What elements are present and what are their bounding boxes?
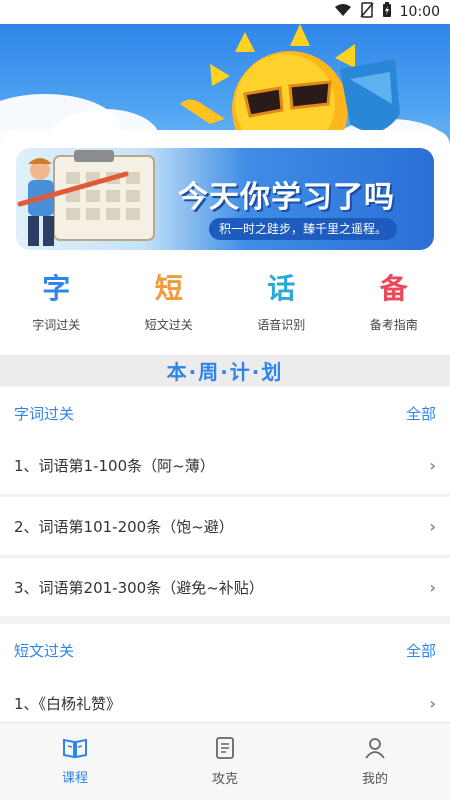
- nav-label: 课程: [61, 771, 88, 786]
- category-label: 备考指南: [369, 318, 418, 332]
- category-label: 短文过关: [144, 318, 193, 332]
- nav-tab-conquer[interactable]: 攻克: [150, 723, 300, 800]
- word-practice-icon: 字: [42, 272, 71, 305]
- bottom-nav: 课程 攻克 我的: [0, 722, 450, 800]
- week-plan-header: 本·周·计·划: [0, 355, 450, 385]
- section-title: 字词过关: [14, 404, 75, 423]
- banner-subtitle: 积一时之跬步，臻千里之遥程。: [209, 218, 398, 240]
- battery-icon: [382, 2, 392, 22]
- exam-guide-icon: 备: [379, 272, 408, 305]
- nav-tab-courses[interactable]: 课程: [0, 723, 150, 800]
- section-header-word-practice: 字词过关 全部: [0, 387, 450, 439]
- no-sim-icon: [360, 2, 374, 22]
- category-label: 语音识别: [257, 318, 306, 332]
- category-passage-practice[interactable]: 短 短文过关: [113, 268, 226, 348]
- list-item-label: 1、《白杨礼赞》: [14, 694, 122, 713]
- section-title: 短文过关: [14, 641, 75, 660]
- list-item[interactable]: 3、词语第201-300条（避免~补贴） ›: [0, 558, 450, 616]
- book-icon: [62, 737, 88, 763]
- category-exam-guide[interactable]: 备 备考指南: [338, 268, 450, 348]
- list-item-label: 1、词语第1-100条（阿~薄）: [14, 456, 215, 475]
- category-label: 字词过关: [32, 318, 81, 332]
- list-item-label: 3、词语第201-300条（避免~补贴）: [14, 578, 264, 597]
- section-header-passage-practice: 短文过关 全部: [0, 624, 450, 676]
- nav-label: 我的: [361, 772, 388, 787]
- student-illustration-icon: [17, 150, 155, 246]
- category-grid: 字 字词过关 短 短文过关 话 语音识别 备 备考指南: [0, 268, 450, 348]
- scroll-icon: [214, 736, 236, 764]
- status-bar: 10:00: [0, 0, 450, 24]
- promo-banner[interactable]: 今天你学习了吗 积一时之跬步，臻千里之遥程。: [16, 148, 434, 250]
- chevron-right-icon: ›: [429, 577, 436, 597]
- view-all-link[interactable]: 全部: [406, 403, 436, 424]
- wifi-icon: [334, 3, 352, 21]
- list-item[interactable]: 1、词语第1-100条（阿~薄） ›: [0, 436, 450, 494]
- category-word-practice[interactable]: 字 字词过关: [0, 268, 113, 348]
- list-item-label: 2、词语第101-200条（饱~避）: [14, 517, 234, 536]
- nav-label: 攻克: [211, 772, 238, 787]
- list-item[interactable]: 2、词语第101-200条（饱~避） ›: [0, 497, 450, 555]
- user-icon: [364, 736, 386, 764]
- status-time: 10:00: [399, 4, 440, 20]
- speech-recognition-icon: 话: [267, 272, 296, 305]
- banner-title: 今天你学习了吗: [178, 180, 395, 215]
- week-plan-title: 本·周·计·划: [166, 359, 284, 384]
- nav-tab-profile[interactable]: 我的: [300, 723, 450, 800]
- passage-practice-icon: 短: [154, 272, 183, 305]
- category-speech-recognition[interactable]: 话 语音识别: [225, 268, 338, 348]
- chevron-right-icon: ›: [429, 693, 436, 713]
- chevron-right-icon: ›: [429, 455, 436, 475]
- chevron-right-icon: ›: [429, 516, 436, 536]
- view-all-link[interactable]: 全部: [406, 640, 436, 661]
